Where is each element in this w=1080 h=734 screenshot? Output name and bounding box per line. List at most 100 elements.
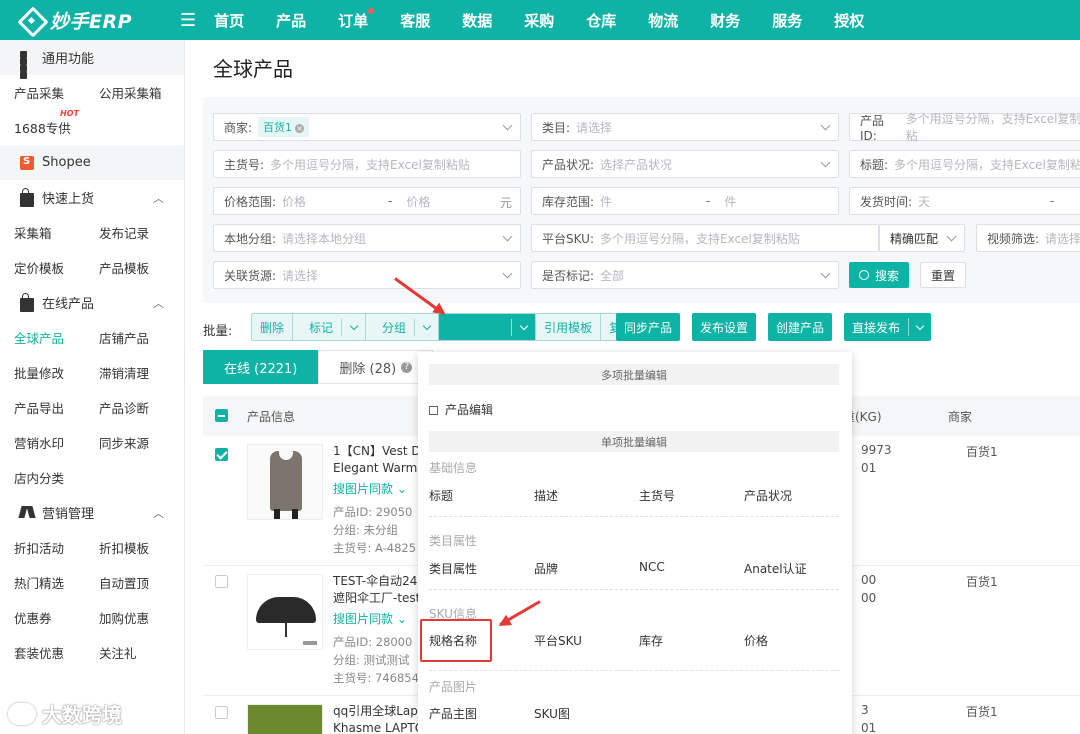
sidebar-item-add-on-deals[interactable]: 加购优惠 xyxy=(99,608,184,627)
batch-apply-template-button[interactable]: 引用模板 xyxy=(536,314,602,340)
product-thumbnail[interactable] xyxy=(247,574,323,650)
product-title-line2[interactable]: Khasme LAPTO xyxy=(333,720,423,734)
nav-warehouse[interactable]: 仓库 xyxy=(586,10,616,31)
batch-delete-button[interactable]: 删除 xyxy=(252,314,294,340)
category-filter[interactable]: 类目: 请选择 xyxy=(531,113,839,141)
product-title-line1[interactable]: 1【CN】Vest D xyxy=(333,443,423,460)
sidebar-item-marketing-watermark[interactable]: 营销水印 xyxy=(14,433,99,452)
menu-item-price[interactable]: 价格 xyxy=(744,632,768,649)
sidebar-section-common[interactable]: 通用功能 xyxy=(0,40,184,79)
help-icon[interactable]: ? xyxy=(401,361,413,373)
menu-item-product-status[interactable]: 产品状况 xyxy=(744,487,792,504)
linked-source-select[interactable]: 关联货源: 请选择 xyxy=(213,261,521,289)
nav-home[interactable]: 首页 xyxy=(214,10,244,31)
sidebar-item-public-collect-box[interactable]: 公用采集箱 xyxy=(99,83,184,102)
sidebar-item-store-category[interactable]: 店内分类 xyxy=(14,468,100,487)
batch-edit-more-button[interactable]: 编辑更多 xyxy=(439,314,537,340)
logo[interactable]: 妙手ERP xyxy=(18,7,198,34)
ship-time-range[interactable]: 发货时间: 天 - xyxy=(849,187,1080,215)
sidebar-item-product-diagnosis[interactable]: 产品诊断 xyxy=(99,398,184,417)
sidebar-item-publish-records[interactable]: 发布记录 xyxy=(99,223,184,242)
nav-orders[interactable]: 订单 xyxy=(338,7,375,31)
sidebar-item-sync-source[interactable]: 同步来源 xyxy=(99,433,184,452)
product-status-select[interactable]: 产品状况: 选择产品状况 xyxy=(531,150,839,178)
direct-publish-dropdown[interactable] xyxy=(908,318,931,336)
sidebar-item-coupons[interactable]: 优惠券 xyxy=(14,608,99,627)
menu-item-stock[interactable]: 库存 xyxy=(639,632,663,649)
nav-logistics[interactable]: 物流 xyxy=(648,10,678,31)
stock-range[interactable]: 库存范围: 件 - 件 xyxy=(531,187,839,215)
menu-item-anatel[interactable]: Anatel认证 xyxy=(744,560,807,577)
nav-authorization[interactable]: 授权 xyxy=(834,10,864,31)
search-button[interactable]: 搜索 xyxy=(849,262,910,288)
sidebar-item-bundle-deals[interactable]: 套装优惠 xyxy=(14,643,99,662)
sidebar-item-store-products[interactable]: 店铺产品 xyxy=(99,328,184,347)
shop-filter[interactable]: 商家: 百货1 × xyxy=(213,113,521,141)
sidebar-section-online[interactable]: 在线产品 ︿ xyxy=(0,285,184,320)
sync-products-button[interactable]: 同步产品 xyxy=(616,313,681,341)
sidebar-item-collect-box[interactable]: 采集箱 xyxy=(14,223,99,242)
marked-select[interactable]: 是否标记: 全部 xyxy=(531,261,839,289)
search-same-image-link[interactable]: 搜图片同款 ⌄ xyxy=(333,480,407,497)
video-filter[interactable]: 视频筛选: 请选择 xyxy=(976,224,1080,252)
row-checkbox[interactable] xyxy=(215,706,228,719)
nav-data[interactable]: 数据 xyxy=(462,10,492,31)
product-title-line2[interactable]: Elegant Warm xyxy=(333,460,423,477)
sidebar-item-global-products[interactable]: 全球产品 xyxy=(14,328,99,347)
batch-group-button[interactable]: 分组 xyxy=(366,314,440,340)
sidebar-item-discount-activity[interactable]: 折扣活动 xyxy=(14,538,99,557)
price-max-input[interactable]: 价格 xyxy=(406,193,430,210)
match-mode-select[interactable]: 精确匹配 xyxy=(879,224,965,252)
sidebar-item-hot-picks[interactable]: 热门精选 xyxy=(14,573,99,592)
tab-deleted[interactable]: 删除 (28)? xyxy=(318,350,434,384)
shop-tag[interactable]: 百货1 × xyxy=(258,117,310,137)
sidebar-item-auto-pin[interactable]: 自动置顶 xyxy=(99,573,184,592)
menu-item-main-sku[interactable]: 主货号 xyxy=(639,487,675,504)
platform-sku-input[interactable]: 平台SKU: 多个用逗号分隔，支持Excel复制粘贴 xyxy=(531,224,879,252)
menu-item-platform-sku[interactable]: 平台SKU xyxy=(534,632,582,649)
tab-online[interactable]: 在线 (2221) xyxy=(203,350,319,384)
main-sku-input[interactable]: 主货号: 多个用逗号分隔，支持Excel复制粘贴 xyxy=(213,150,521,178)
reset-button[interactable]: 重置 xyxy=(920,262,967,288)
stock-max-input[interactable]: 件 xyxy=(724,193,736,210)
sidebar-item-slow-clearance[interactable]: 滞销清理 xyxy=(99,363,184,382)
menu-item-ncc[interactable]: NCC xyxy=(639,560,665,574)
sidebar-section-shopee[interactable]: Shopee xyxy=(0,145,184,180)
nav-services[interactable]: 服务 xyxy=(772,10,802,31)
sidebar-item-batch-edit[interactable]: 批量修改 xyxy=(14,363,99,382)
nav-customer-service[interactable]: 客服 xyxy=(400,10,430,31)
menu-item-title[interactable]: 标题 xyxy=(429,487,453,504)
sidebar-item-follow-prize[interactable]: 关注礼 xyxy=(99,643,184,662)
sidebar-item-1688[interactable]: 1688专供 HOT xyxy=(14,109,100,137)
sidebar-item-product-export[interactable]: 产品导出 xyxy=(14,398,99,417)
local-group-select[interactable]: 本地分组: 请选择本地分组 xyxy=(213,224,521,252)
menu-item-sku-image[interactable]: SKU图 xyxy=(534,705,570,722)
publish-settings-button[interactable]: 发布设置 xyxy=(692,313,757,341)
product-title-line2[interactable]: 遮阳伞工厂-test xyxy=(333,590,423,607)
menu-item-brand[interactable]: 品牌 xyxy=(534,560,558,577)
product-edit-item[interactable]: 产品编辑 xyxy=(429,401,493,418)
menu-item-description[interactable]: 描述 xyxy=(534,487,558,504)
product-id-input[interactable]: 产品ID: 多个用逗号分隔，支持Excel复制粘 xyxy=(849,112,1080,143)
nav-finance[interactable]: 财务 xyxy=(710,10,740,31)
sidebar-item-product-collect[interactable]: 产品采集 xyxy=(14,83,99,102)
title-input[interactable]: 标题: 多个用逗号分隔，支持Excel复制粘 xyxy=(849,150,1080,178)
menu-toggle-icon[interactable]: ☰ xyxy=(180,10,196,31)
direct-publish-button[interactable]: 直接发布 xyxy=(844,313,932,341)
menu-item-category-attributes[interactable]: 类目属性 xyxy=(429,560,477,577)
stock-min-input[interactable]: 件 xyxy=(600,193,698,210)
row-checkbox[interactable] xyxy=(215,448,228,461)
menu-item-main-image[interactable]: 产品主图 xyxy=(429,705,477,722)
product-title-line1[interactable]: TEST-伞自动24 xyxy=(333,573,423,590)
nav-purchase[interactable]: 采购 xyxy=(524,10,554,31)
product-title-line1[interactable]: qq引用全球Lapt xyxy=(333,703,423,720)
search-same-image-link[interactable]: 搜图片同款 ⌄ xyxy=(333,610,407,627)
sidebar-section-marketing[interactable]: 营销管理 ︿ xyxy=(0,495,184,530)
ship-min-input[interactable]: 天 xyxy=(918,193,1042,210)
nav-products[interactable]: 产品 xyxy=(276,10,306,31)
select-all-checkbox[interactable] xyxy=(215,409,228,422)
close-icon[interactable]: × xyxy=(295,124,305,133)
sidebar-item-discount-template[interactable]: 折扣模板 xyxy=(99,538,184,557)
product-thumbnail[interactable] xyxy=(247,444,323,520)
sidebar-section-quick[interactable]: 快速上货 ︿ xyxy=(0,180,184,215)
